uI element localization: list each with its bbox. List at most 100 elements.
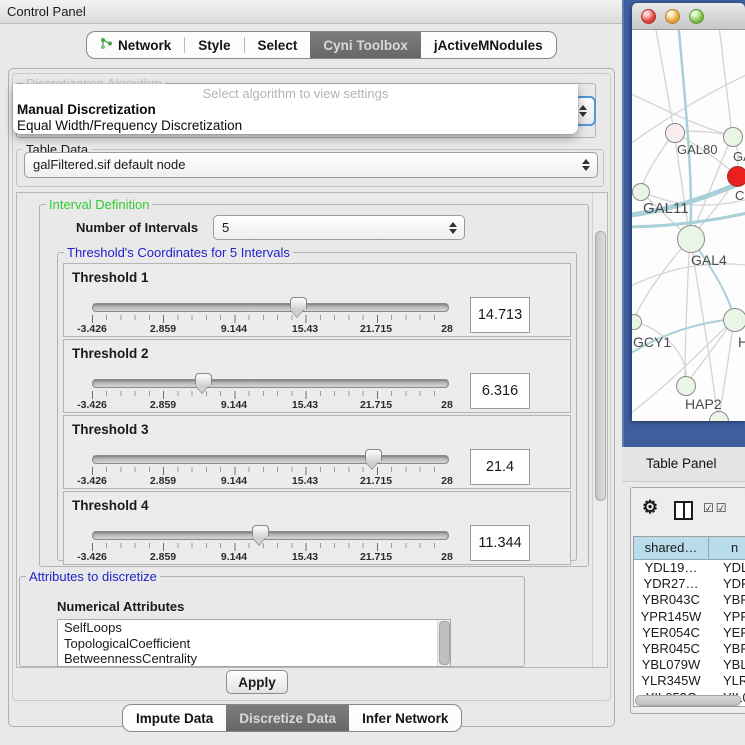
threshold-3-label: Threshold 3 <box>72 422 149 437</box>
attributes-title: Attributes to discretize <box>26 569 160 584</box>
network-node[interactable] <box>723 127 743 147</box>
threshold-row-4: Threshold 4 -3.4262.8599.14421.71515.432… <box>63 491 571 565</box>
node-label: C <box>735 188 744 203</box>
threshold-2-value-field[interactable]: 6.316 <box>470 373 530 409</box>
num-intervals-spinner[interactable]: 5 <box>213 215 465 240</box>
settings-scrollbar[interactable] <box>592 193 607 667</box>
threshold-3-slider-thumb[interactable] <box>365 449 382 461</box>
tab-discretize-data[interactable]: Discretize Data <box>226 705 349 731</box>
algorithm-dropdown-popup: Select algorithm to view settings Manual… <box>13 84 578 134</box>
table-row[interactable]: YBR043CYBR0 <box>634 592 745 608</box>
slider-ticks <box>92 467 448 475</box>
table-header-row: shared… n <box>634 537 745 560</box>
table-horizontal-scrollbar[interactable] <box>635 695 741 706</box>
minimize-traffic-light[interactable] <box>665 9 680 24</box>
checkbox-icons[interactable]: ☑☑ <box>703 501 729 515</box>
network-node[interactable] <box>665 123 685 143</box>
threshold-3-slider[interactable] <box>92 455 449 464</box>
threshold-2-slider[interactable] <box>92 379 449 388</box>
tab-select[interactable]: Select <box>245 32 311 58</box>
threshold-4-value-field[interactable]: 11.344 <box>470 525 530 561</box>
tab-network[interactable]: Network <box>87 32 184 58</box>
table-row[interactable]: YBL079WYBL0 <box>634 657 745 673</box>
cyni-mode-tabs: Impute Data Discretize Data Infer Networ… <box>122 704 462 732</box>
table-row[interactable]: YDL19…YDL1 <box>634 560 745 576</box>
node-label: GAL80 <box>677 142 717 157</box>
attributes-list: SelfLoops TopologicalCoefficient Between… <box>57 619 451 667</box>
tab-style[interactable]: Style <box>185 32 243 58</box>
table-panel-title: Table Panel <box>646 447 717 481</box>
slider-scale-labels: -3.4262.8599.14415.4321.71528 <box>92 323 447 335</box>
threshold-2-label: Threshold 2 <box>72 346 149 361</box>
slider-scale-labels: -3.4262.8599.14421.71515.4328 <box>92 551 447 563</box>
threshold-1-slider[interactable] <box>92 303 449 312</box>
control-panel-tabs: Network Style Select Cyni Toolbox jActiv… <box>86 31 557 59</box>
slider-ticks <box>92 391 448 399</box>
network-node[interactable] <box>676 376 696 396</box>
node-label: GAL4 <box>691 252 727 268</box>
network-node[interactable] <box>677 225 705 253</box>
dropdown-option-equal-width[interactable]: Equal Width/Frequency Discretization <box>13 118 578 134</box>
list-item[interactable]: SelfLoops <box>58 620 450 636</box>
zoom-traffic-light[interactable] <box>689 9 704 24</box>
threshold-row-2: Threshold 2 -3.4262.8599.14415.4321.7152… <box>63 339 571 413</box>
table-data-value: galFiltered.sif default node <box>33 153 185 176</box>
slider-ticks <box>92 315 448 323</box>
split-columns-icon[interactable] <box>674 501 693 520</box>
numerical-attributes-label: Numerical Attributes <box>57 599 184 614</box>
close-traffic-light[interactable] <box>641 9 656 24</box>
table-row[interactable]: YBR045CYBR0 <box>634 641 745 657</box>
num-intervals-value: 5 <box>222 216 229 239</box>
tab-impute-data[interactable]: Impute Data <box>123 705 226 731</box>
column-header-name[interactable]: n <box>709 537 745 559</box>
threshold-1-label: Threshold 1 <box>72 270 149 285</box>
threshold-3-value-field[interactable]: 21.4 <box>470 449 530 485</box>
list-item[interactable]: TopologicalCoefficient <box>58 636 450 652</box>
slider-ticks <box>92 543 448 551</box>
node-attribute-table: shared… n YDL19…YDL1 YDR27…YDR2 YBR043CY… <box>633 536 745 707</box>
threshold-row-3: Threshold 3 -3.4262.8599.14415.4321.7152… <box>63 415 571 489</box>
threshold-4-label: Threshold 4 <box>72 498 149 513</box>
table-row[interactable]: YDR27…YDR2 <box>634 576 745 592</box>
network-node-selected[interactable] <box>727 166 745 187</box>
dropdown-placeholder-item[interactable]: Select algorithm to view settings <box>13 84 578 102</box>
list-item[interactable]: BetweennessCentrality <box>58 651 450 667</box>
node-label: GA <box>733 149 745 164</box>
spinner-arrows-icon <box>449 222 457 234</box>
apply-button[interactable]: Apply <box>226 670 288 694</box>
interval-definition-title: Interval Definition <box>46 197 152 212</box>
node-label: GCY1 <box>633 334 671 350</box>
settings-viewport: Interval Definition Number of Intervals … <box>16 192 608 668</box>
dropdown-option-manual[interactable]: Manual Discretization <box>13 102 578 118</box>
table-data-combo[interactable]: galFiltered.sif default node <box>24 152 598 178</box>
tab-infer-network[interactable]: Infer Network <box>349 705 461 731</box>
network-window-titlebar <box>632 3 745 30</box>
tab-jactivemnodules[interactable]: jActiveMNodules <box>421 32 556 58</box>
network-view-window: GAL80 GA C GAL11 GAL4 GCY1 H HAP2 <box>632 3 745 421</box>
threshold-1-value-field[interactable]: 14.713 <box>470 297 530 333</box>
tab-cyni-toolbox[interactable]: Cyni Toolbox <box>310 32 421 58</box>
network-canvas[interactable]: GAL80 GA C GAL11 GAL4 GCY1 H HAP2 <box>632 30 745 421</box>
network-node[interactable] <box>632 183 650 201</box>
thresholds-title: Threshold's Coordinates for 5 Intervals <box>64 245 293 260</box>
column-header-shared-name[interactable]: shared… <box>634 537 709 559</box>
node-label: H <box>738 334 745 350</box>
table-row[interactable]: YLR345WYLR3 <box>634 673 745 689</box>
control-panel-title: Control Panel <box>7 0 86 23</box>
threshold-row-1: Threshold 1 -3.4262.8599.14415.4321.7152… <box>63 263 571 337</box>
node-label: HAP2 <box>685 396 722 412</box>
attributes-list-scrollbar[interactable] <box>437 620 450 666</box>
application-window: Control Panel ✕ Network Style Select Cyn… <box>0 0 745 745</box>
slider-scale-labels: -3.4262.8599.14415.4321.71528 <box>92 399 447 411</box>
threshold-2-slider-thumb[interactable] <box>195 373 212 385</box>
network-node[interactable] <box>723 308 745 332</box>
table-row[interactable]: YPR145WYPR1 <box>634 609 745 625</box>
threshold-4-slider-thumb[interactable] <box>252 525 269 537</box>
gear-icon[interactable]: ⚙ <box>642 497 658 518</box>
combo-arrows-icon <box>582 159 590 171</box>
threshold-1-slider-thumb[interactable] <box>290 297 307 309</box>
threshold-4-slider[interactable] <box>92 531 449 540</box>
slider-scale-labels: -3.4262.8599.14415.4321.71528 <box>92 475 447 487</box>
table-row[interactable]: YER054CYER0 <box>634 625 745 641</box>
num-intervals-label: Number of Intervals <box>76 220 198 235</box>
